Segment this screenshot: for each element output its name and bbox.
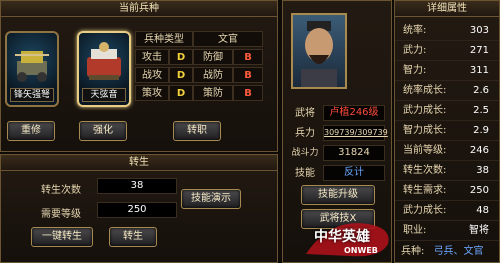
- detail-attributes-title: 详细属性: [395, 1, 499, 17]
- attribute-row: 武力: 271: [395, 41, 499, 61]
- strategy-attack-grade: D: [169, 85, 193, 101]
- rebirth-panel: 转生 转生次数 38 需要等级 250 技能演示 一键转生 转生: [0, 154, 278, 263]
- skill-value[interactable]: 反计: [323, 165, 385, 181]
- game-logo: 中华英雄 ONWEB: [300, 214, 396, 262]
- current-unit-title: 当前兵种: [1, 1, 277, 17]
- attribute-label: 武力成长:: [403, 205, 447, 216]
- rebirth-count-label: 转生次数: [41, 185, 81, 196]
- attribute-value: 311: [469, 65, 489, 76]
- strategy-defense-grade: B: [233, 85, 263, 101]
- attribute-row: 转生次数: 38: [395, 161, 499, 181]
- attribute-value: 48: [476, 205, 489, 216]
- attribute-list: 统率: 303 武力: 271 智力: 311 统率成长: 2.6 武力成长: 2.5 智力成长: 2…: [395, 17, 499, 243]
- attribute-row: 智力成长: 2.9: [395, 121, 499, 141]
- type-label: 兵种类型: [135, 31, 193, 47]
- attribute-row: 统率: 303: [395, 21, 499, 41]
- attribute-row: 职业: 智将: [395, 221, 499, 241]
- power-label: 战斗力: [291, 148, 319, 158]
- attribute-row: 统率成长: 2.6: [395, 81, 499, 101]
- harp-unit-icon: [87, 42, 121, 80]
- skill-upgrade-button[interactable]: 技能升级: [301, 185, 375, 205]
- attribute-label: 武力:: [403, 45, 427, 56]
- war-defense-label: 战防: [193, 67, 233, 83]
- skill-demo-button[interactable]: 技能演示: [181, 189, 241, 209]
- type-value: 文官: [193, 31, 263, 47]
- rebirth-title: 转生: [1, 155, 277, 171]
- strategy-attack-label: 策攻: [135, 85, 169, 101]
- detail-attributes-panel: 详细属性 统率: 303 武力: 271 智力: 311 统率成长: 2.6 武力成长: 2.5 智…: [394, 0, 500, 263]
- general-name-row: 武将 卢植246级: [287, 105, 386, 123]
- troops-row: 兵力 309739/309739: [287, 125, 388, 143]
- attribute-label: 当前等级:: [403, 145, 447, 156]
- attribute-value: 250: [469, 185, 489, 196]
- attack-label: 攻击: [135, 49, 169, 65]
- troop-type-label: 兵种:: [401, 246, 425, 257]
- attribute-value: 智将: [469, 225, 489, 236]
- portrait-face-icon: [301, 21, 337, 87]
- attribute-row: 当前等级: 246: [395, 141, 499, 161]
- war-attack-label: 战攻: [135, 67, 169, 83]
- unit-name-crossbow: 锋矢强弩: [10, 88, 54, 102]
- one-click-rebirth-button[interactable]: 一键转生: [31, 227, 93, 247]
- troop-type-row: 兵种: 弓兵、文官: [401, 243, 497, 261]
- logo-sub: ONWEB: [344, 246, 378, 255]
- attribute-label: 职业:: [403, 225, 427, 236]
- attribute-value: 303: [469, 25, 489, 36]
- current-unit-panel: 当前兵种 锋矢强弩 天弦音 兵种类型 文官 攻击 D 防御 B 战攻 D 战防 …: [0, 0, 278, 152]
- war-defense-grade: B: [233, 67, 263, 83]
- attribute-label: 转生需求:: [403, 185, 447, 196]
- required-level-label: 需要等级: [41, 209, 81, 220]
- attack-grade: D: [169, 49, 193, 65]
- general-portrait: [291, 13, 347, 89]
- attribute-label: 智力:: [403, 65, 427, 76]
- attribute-label: 统率成长:: [403, 85, 447, 96]
- unit-card-crossbow[interactable]: 锋矢强弩: [5, 31, 59, 107]
- general-name-label: 武将: [295, 108, 315, 119]
- attribute-value: 2.6: [473, 85, 489, 96]
- general-name-value: 卢植246级: [323, 105, 385, 121]
- attribute-value: 271: [469, 45, 489, 56]
- defense-label: 防御: [193, 49, 233, 65]
- unit-type-table: 兵种类型 文官 攻击 D 防御 B 战攻 D 战防 B 策攻 D 策防 B: [135, 31, 263, 103]
- attribute-row: 武力成长: 2.5: [395, 101, 499, 121]
- skill-label: 技能: [295, 168, 315, 179]
- strategy-defense-label: 策防: [193, 85, 233, 101]
- strengthen-button[interactable]: 强化: [79, 121, 127, 141]
- attribute-value: 2.5: [473, 105, 489, 116]
- crossbow-unit-icon: [15, 51, 49, 82]
- attribute-value: 38: [476, 165, 489, 176]
- attribute-label: 武力成长:: [403, 105, 447, 116]
- troops-value: 309739/309739: [323, 125, 388, 141]
- defense-grade: B: [233, 49, 263, 65]
- unit-name-harp: 天弦音: [82, 88, 126, 102]
- power-value: 31824: [323, 145, 385, 161]
- rebirth-button[interactable]: 转生: [109, 227, 157, 247]
- attribute-label: 转生次数:: [403, 165, 447, 176]
- troops-label: 兵力: [295, 128, 315, 139]
- power-row: 战斗力 31824: [287, 145, 386, 163]
- attribute-label: 智力成长:: [403, 125, 447, 136]
- required-level-value: 250: [97, 202, 177, 218]
- skill-row: 技能 反计: [287, 165, 386, 183]
- attribute-value: 246: [469, 145, 489, 156]
- attribute-label: 统率:: [403, 25, 427, 36]
- rebirth-count-value: 38: [97, 178, 177, 194]
- attribute-row: 武力成长: 48: [395, 201, 499, 221]
- war-attack-grade: D: [169, 67, 193, 83]
- unit-card-harp[interactable]: 天弦音: [77, 31, 131, 107]
- attribute-row: 转生需求: 250: [395, 181, 499, 201]
- logo-text: 中华英雄: [314, 229, 370, 245]
- attribute-value: 2.9: [473, 125, 489, 136]
- troop-type-values: 弓兵、文官: [433, 246, 484, 257]
- transfer-button[interactable]: 转职: [173, 121, 221, 141]
- attribute-row: 智力: 311: [395, 61, 499, 81]
- rebuild-button[interactable]: 重修: [7, 121, 55, 141]
